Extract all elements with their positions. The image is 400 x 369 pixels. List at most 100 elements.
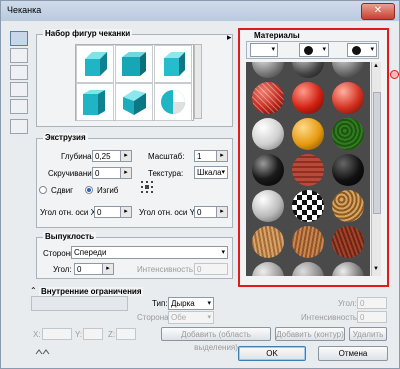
shape-cube-1[interactable]	[76, 45, 114, 83]
shift-radio[interactable]	[39, 186, 47, 194]
texture-select[interactable]: Шкала ▾	[194, 166, 228, 179]
z-input[interactable]	[116, 328, 136, 340]
material-bottom-3[interactable]	[332, 262, 364, 276]
type-label: Тип:	[152, 299, 168, 308]
scroll-up-icon[interactable]: ▲	[373, 63, 379, 69]
shape-list-scrollbar[interactable]	[194, 44, 202, 119]
twist-label: Скручивание:	[48, 169, 99, 178]
side-label: Сторона:	[137, 313, 171, 322]
scale-input[interactable]: 1 ▸	[194, 150, 228, 162]
depth-input[interactable]: 0,25 ▸	[92, 150, 132, 162]
close-button[interactable]: ✕	[361, 3, 395, 20]
scroll-thumb[interactable]	[373, 92, 381, 214]
material-white[interactable]	[252, 118, 284, 150]
twist-spinner-icon[interactable]: ▸	[120, 168, 131, 178]
object-tool-icon[interactable]	[10, 31, 28, 46]
bulge-intensity-label: Интенсивность:	[137, 265, 196, 274]
shapes-section-label: Набор фигур чеканки	[43, 29, 133, 38]
x-input[interactable]	[42, 328, 72, 340]
rotate-tool-icon[interactable]	[10, 48, 28, 63]
slide-tool-icon[interactable]	[10, 82, 28, 97]
material-red-plastic[interactable]	[292, 82, 324, 114]
bulge-angle-spinner-icon[interactable]: ▸	[102, 264, 113, 274]
material-grid	[246, 62, 370, 276]
bend-label: Изгиб	[97, 186, 119, 195]
material-wood-dark[interactable]	[332, 226, 364, 258]
material-bottom-2[interactable]	[292, 262, 324, 276]
side-select[interactable]: Обе ▾	[168, 311, 214, 324]
shape-sphere-cut[interactable]	[154, 83, 192, 121]
materials-label: Материалы	[252, 31, 302, 40]
bevel-material-picker[interactable]: ▾	[299, 43, 329, 57]
constraint-angle-input[interactable]: 0	[357, 297, 387, 309]
y-angle-input[interactable]: 0 ▸	[194, 206, 228, 218]
sides-select[interactable]: Спереди ▾	[71, 246, 228, 259]
inner-constraints-label: Внутренние ограничения	[39, 287, 144, 296]
constraint-intensity-input[interactable]: 0	[357, 311, 387, 323]
shape-cube-2[interactable]	[115, 45, 153, 83]
type-select[interactable]: Дырка ▾	[168, 297, 214, 310]
material-top-2[interactable]	[292, 62, 324, 78]
reference-point-icon[interactable]	[141, 181, 153, 193]
material-wood-medium[interactable]	[292, 226, 324, 258]
bulge-angle-input[interactable]: 0 ▸	[74, 263, 114, 275]
x-label: X:	[33, 330, 41, 339]
material-brick[interactable]	[292, 154, 324, 186]
scroll-down-icon[interactable]: ▼	[373, 266, 379, 272]
material-checker[interactable]	[292, 190, 324, 222]
add-selection-button[interactable]: Добавить (область выделения)	[161, 327, 271, 352]
shape-cube-4[interactable]	[76, 83, 114, 121]
delete-button[interactable]: Удалить	[349, 327, 387, 341]
scale-spinner-icon[interactable]: ▸	[216, 151, 227, 161]
scale-tool-icon[interactable]	[10, 99, 28, 114]
constraint-angle-label: Угол:	[338, 299, 357, 308]
twist-input[interactable]: 0 ▸	[92, 167, 132, 179]
drag-tool-icon[interactable]	[10, 65, 28, 80]
material-bottom-1[interactable]	[252, 262, 284, 276]
y-angle-spinner-icon[interactable]: ▸	[216, 207, 227, 217]
z-label: Z:	[108, 330, 116, 339]
add-contour-button[interactable]: Добавить (контур)	[275, 327, 345, 341]
material-top-1[interactable]	[252, 62, 284, 78]
constraint-tools[interactable]	[31, 296, 128, 311]
bevel-dialog: Чеканка ✕ Набор фигур чеканки ▸ Экструзи…	[0, 0, 400, 369]
back-material-picker[interactable]: ▾	[347, 43, 377, 57]
depth-label: Глубина:	[61, 152, 94, 161]
material-silver[interactable]	[252, 190, 284, 222]
shape-list	[75, 44, 194, 121]
scale-label: Масштаб:	[148, 152, 185, 161]
fade-icon[interactable]	[35, 348, 51, 356]
bulge-section-label: Выпуклость	[43, 232, 97, 241]
material-black-matte[interactable]	[332, 154, 364, 186]
constraint-intensity-label: Интенсивность:	[301, 313, 360, 322]
material-top-3[interactable]	[332, 62, 364, 78]
bend-radio[interactable]	[85, 186, 93, 194]
x-angle-spinner-icon[interactable]: ▸	[120, 207, 131, 217]
material-red-fabric[interactable]	[252, 82, 284, 114]
shape-cube-3[interactable]	[154, 45, 192, 83]
select-tool-icon[interactable]	[10, 119, 28, 134]
material-scrollbar[interactable]: ▲ ▼	[371, 62, 381, 276]
collapse-icon[interactable]: ⌃	[30, 286, 37, 295]
bulge-angle-label: Угол:	[53, 265, 72, 274]
material-green-leaf[interactable]	[332, 118, 364, 150]
shapes-menu-arrow-icon[interactable]: ▸	[227, 32, 232, 43]
y-angle-label: Угол отн. оси Y:	[139, 208, 197, 217]
extrusion-section-label: Экструзия	[43, 133, 88, 142]
depth-spinner-icon[interactable]: ▸	[120, 151, 131, 161]
bulge-intensity-input[interactable]: 0	[194, 263, 228, 275]
y-label: Y:	[75, 330, 83, 339]
ok-button[interactable]: OK	[238, 346, 306, 361]
x-angle-label: Угол отн. оси X:	[40, 208, 99, 217]
materials-menu-icon[interactable]	[390, 70, 399, 79]
material-wood-light[interactable]	[252, 226, 284, 258]
x-angle-input[interactable]: 0 ▸	[94, 206, 132, 218]
material-red-gloss[interactable]	[332, 82, 364, 114]
material-rock[interactable]	[332, 190, 364, 222]
front-material-picker[interactable]: ▾	[250, 43, 278, 57]
cancel-button[interactable]: Отмена	[318, 346, 388, 361]
shape-cube-5[interactable]	[115, 83, 153, 121]
material-black-gloss[interactable]	[252, 154, 284, 186]
material-orange[interactable]	[292, 118, 324, 150]
y-input[interactable]	[83, 328, 103, 340]
